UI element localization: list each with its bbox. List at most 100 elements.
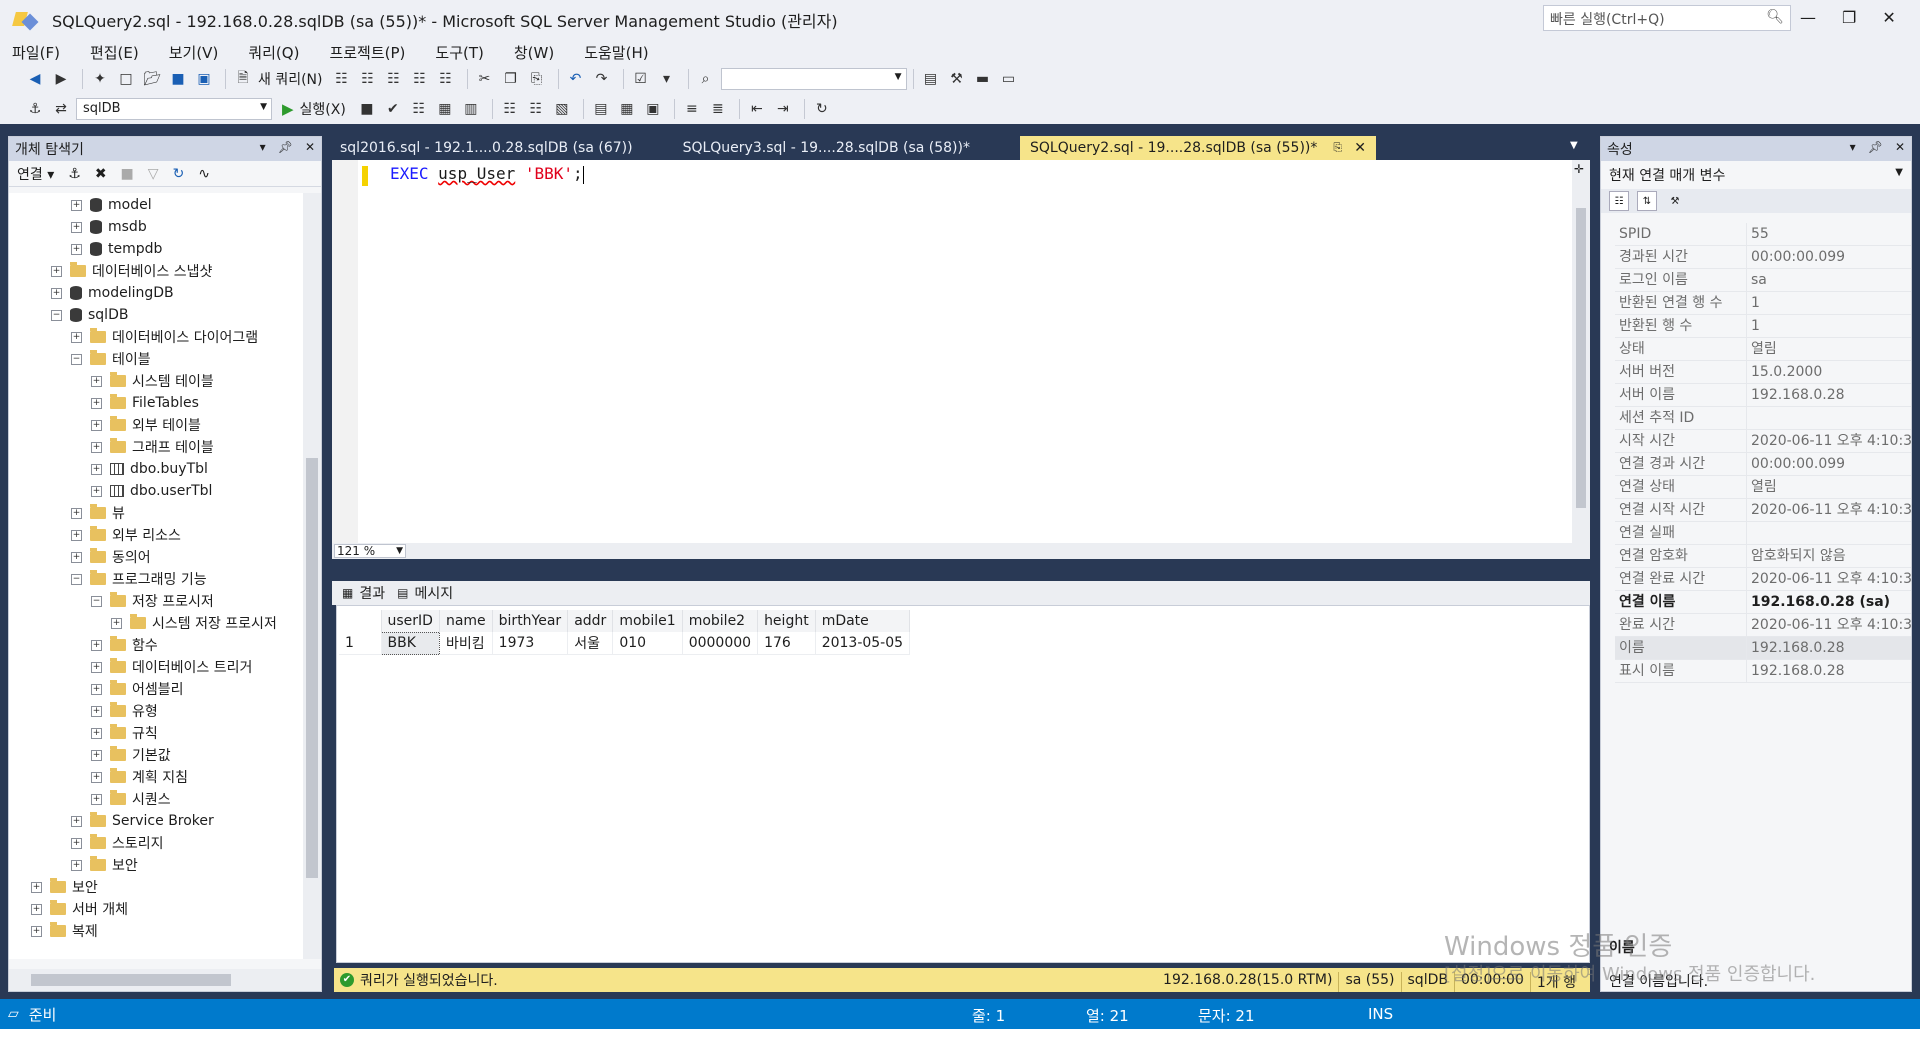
database-select[interactable]: sqlDB ▼ bbox=[76, 98, 272, 120]
tree-item[interactable]: + 외부 테이블 bbox=[91, 414, 201, 436]
expand-icon[interactable]: + bbox=[71, 815, 82, 827]
expand-icon[interactable]: + bbox=[91, 727, 102, 739]
property-row[interactable]: 서버 이름 192.168.0.28 bbox=[1615, 384, 1911, 407]
grid-cell[interactable]: 2013-05-05 bbox=[815, 632, 911, 655]
close-icon[interactable]: ✕ bbox=[305, 140, 315, 154]
expand-icon[interactable]: + bbox=[71, 529, 82, 541]
intellisense-icon[interactable]: ▥ bbox=[460, 98, 482, 120]
tree-item[interactable]: + 시퀀스 bbox=[91, 788, 171, 810]
menu-window[interactable]: 창(W) bbox=[514, 42, 554, 63]
minimize-icon[interactable]: — bbox=[1800, 8, 1816, 27]
command-window-icon[interactable]: ▭ bbox=[998, 68, 1020, 90]
paste-icon[interactable]: ⎘ bbox=[526, 68, 548, 90]
property-row[interactable]: 연결 완료 시간 2020-06-11 오후 4:10:3 bbox=[1615, 568, 1911, 591]
scroll-thumb[interactable] bbox=[1576, 208, 1586, 508]
disconnect-icon[interactable]: ✖ bbox=[95, 166, 107, 182]
scroll-thumb[interactable] bbox=[31, 974, 231, 986]
connect-plug-icon[interactable]: ⚓ bbox=[68, 166, 81, 182]
xmla-query-icon[interactable]: ☷ bbox=[409, 68, 431, 90]
parse-icon[interactable]: ✔ bbox=[382, 98, 404, 120]
restore-icon[interactable]: ❐ bbox=[1842, 8, 1856, 27]
refresh-icon[interactable]: ↻ bbox=[173, 166, 185, 182]
expand-icon[interactable]: + bbox=[71, 221, 82, 233]
tree-item[interactable]: + 데이터베이스 다이어그램 bbox=[71, 326, 258, 348]
pin-icon[interactable]: 📌︎ bbox=[278, 140, 293, 154]
expand-icon[interactable]: + bbox=[71, 331, 82, 343]
comment-icon[interactable]: ≡ bbox=[681, 98, 703, 120]
zoom-select[interactable]: 121 % ▼ bbox=[334, 544, 406, 558]
tree-item[interactable]: + 동의어 bbox=[71, 546, 151, 568]
save-icon[interactable]: ■ bbox=[167, 68, 189, 90]
client-stats-icon[interactable]: ▧ bbox=[551, 98, 573, 120]
tree-item[interactable]: − 프로그래밍 기능 bbox=[71, 568, 207, 590]
db-engine-query-icon[interactable]: ☷ bbox=[331, 68, 353, 90]
pin-icon[interactable]: ⎘ bbox=[1333, 141, 1342, 155]
properties-wrench-icon[interactable]: ⚒ bbox=[946, 68, 968, 90]
expand-icon[interactable]: + bbox=[71, 507, 82, 519]
collapse-icon[interactable]: − bbox=[71, 353, 82, 365]
scroll-thumb[interactable] bbox=[306, 458, 318, 878]
cut-icon[interactable]: ✂ bbox=[474, 68, 496, 90]
expand-icon[interactable]: + bbox=[51, 287, 62, 299]
tree-item[interactable]: + 유형 bbox=[91, 700, 158, 722]
column-header[interactable]: mobile1 bbox=[612, 610, 683, 632]
expand-icon[interactable]: + bbox=[71, 243, 82, 255]
tree-item[interactable]: + 계획 지침 bbox=[91, 766, 188, 788]
execute-button[interactable]: ▶ 실행(X) bbox=[282, 99, 346, 119]
uncomment-icon[interactable]: ≣ bbox=[707, 98, 729, 120]
grid-cell[interactable]: 서울 bbox=[567, 632, 614, 655]
activity-monitor-icon[interactable]: ☑ bbox=[630, 68, 652, 90]
find-combo[interactable]: ▼ bbox=[720, 68, 907, 90]
expand-icon[interactable]: + bbox=[91, 771, 102, 783]
tree-item[interactable]: + 규칙 bbox=[91, 722, 158, 744]
estimated-plan-icon[interactable]: ☷ bbox=[408, 98, 430, 120]
column-header[interactable]: mDate bbox=[815, 610, 911, 632]
tab-list-dropdown-icon[interactable]: ▼ bbox=[1570, 140, 1578, 151]
menu-file[interactable]: 파일(F) bbox=[12, 42, 60, 63]
expand-icon[interactable]: + bbox=[91, 661, 102, 673]
property-row[interactable]: 연결 암호화 암호화되지 않음 bbox=[1615, 545, 1911, 568]
property-row[interactable]: 연결 이름 192.168.0.28 (sa) bbox=[1615, 591, 1911, 614]
tree-item[interactable]: + tempdb bbox=[71, 238, 162, 260]
tree-vertical-scrollbar[interactable] bbox=[303, 193, 321, 959]
property-row[interactable]: SPID 55 bbox=[1615, 223, 1911, 246]
menu-view[interactable]: 보기(V) bbox=[169, 42, 219, 63]
quick-launch-input[interactable]: 빠른 실행(Ctrl+Q) 🔍︎ bbox=[1543, 5, 1791, 31]
property-row[interactable]: 연결 실패 bbox=[1615, 522, 1911, 545]
tab-sql2016[interactable]: sql2016.sql - 192.1....0.28.sqlDB (sa (6… bbox=[330, 136, 643, 160]
property-row[interactable]: 이름 192.168.0.28 bbox=[1615, 637, 1911, 660]
connect-icon[interactable]: ⚓ bbox=[24, 98, 46, 120]
results-to-grid-icon[interactable]: ▦ bbox=[616, 98, 638, 120]
forward-icon[interactable]: ▶ bbox=[50, 68, 72, 90]
expand-icon[interactable]: + bbox=[71, 859, 82, 871]
expand-icon[interactable]: + bbox=[71, 199, 82, 211]
property-row[interactable]: 로그인 이름 sa bbox=[1615, 269, 1911, 292]
filter-icon[interactable]: ▽ bbox=[148, 166, 159, 182]
dax-query-icon[interactable]: ☷ bbox=[435, 68, 457, 90]
mdx-query-icon[interactable]: ☷ bbox=[357, 68, 379, 90]
stop-icon[interactable]: ■ bbox=[121, 166, 134, 182]
expand-icon[interactable]: + bbox=[91, 441, 102, 453]
tree-item[interactable]: + 기본값 bbox=[91, 744, 171, 766]
tree-item[interactable]: + 스토리지 bbox=[71, 832, 164, 854]
expand-icon[interactable]: + bbox=[71, 837, 82, 849]
tree-item[interactable]: + msdb bbox=[71, 216, 147, 238]
tree-item[interactable]: + 그래프 테이블 bbox=[91, 436, 214, 458]
tab-sqlquery3[interactable]: SQLQuery3.sql - 19....28.sqlDB (sa (58))… bbox=[673, 136, 980, 160]
tree-item[interactable]: − 테이블 bbox=[71, 348, 151, 370]
menu-help[interactable]: 도움말(H) bbox=[584, 42, 648, 63]
column-header[interactable]: name bbox=[439, 610, 493, 632]
column-header[interactable]: mobile2 bbox=[682, 610, 759, 632]
cancel-query-icon[interactable]: ■ bbox=[356, 98, 378, 120]
toolbox-icon[interactable]: ▬ bbox=[972, 68, 994, 90]
toolbar-dropdown-icon[interactable]: ▾ bbox=[656, 68, 678, 90]
tree-item[interactable]: + 함수 bbox=[91, 634, 158, 656]
tree-item[interactable]: + Service Broker bbox=[71, 810, 214, 832]
expand-icon[interactable]: + bbox=[91, 793, 102, 805]
query-editor[interactable]: EXEC usp_User 'BBK'; ✛ 121 % ▼ bbox=[332, 160, 1590, 559]
editor-vertical-scrollbar[interactable]: ✛ bbox=[1572, 160, 1590, 543]
property-row[interactable]: 시작 시간 2020-06-11 오후 4:10:3 bbox=[1615, 430, 1911, 453]
property-row[interactable]: 세션 추적 ID bbox=[1615, 407, 1911, 430]
expand-icon[interactable]: + bbox=[91, 683, 102, 695]
change-connection-icon[interactable]: ⇄ bbox=[50, 98, 72, 120]
